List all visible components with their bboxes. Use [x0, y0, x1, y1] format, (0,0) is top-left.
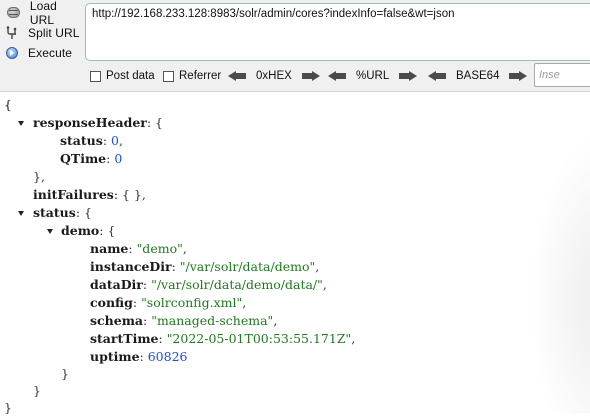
hackbar-toolbar: Load URL Split URL Execute http://192.16… — [0, 0, 590, 92]
execute-label: Execute — [28, 46, 73, 60]
collapse-triangle-icon[interactable] — [18, 211, 24, 216]
split-url-button[interactable]: Split URL — [4, 24, 84, 42]
json-value-qtime: 0 — [114, 151, 123, 166]
arrow-left-icon[interactable] — [228, 71, 246, 81]
json-value-name: "demo" — [136, 241, 183, 256]
json-value-schema: "managed-schema" — [151, 313, 274, 328]
json-key-initFailures: initFailures — [33, 187, 114, 202]
execute-button[interactable]: Execute — [4, 44, 84, 62]
arrow-left-icon[interactable] — [428, 71, 446, 81]
json-key-responseHeader: responseHeader — [33, 115, 147, 130]
json-key-dataDir: dataDir — [90, 277, 143, 292]
json-close-responseHeader: }, — [33, 169, 45, 184]
load-url-label: Load URL — [29, 0, 57, 27]
json-line-uptime: uptime: 60826 — [90, 349, 188, 364]
json-close-demo: } — [61, 366, 69, 381]
collapse-triangle-icon[interactable] — [18, 121, 24, 126]
json-line-responseHeader: responseHeader: { — [33, 115, 164, 130]
post-data-checkbox-box[interactable] — [90, 70, 101, 82]
json-key-startTime: startTime — [90, 331, 159, 346]
url-textarea[interactable]: http://192.168.233.128:8983/solr/admin/c… — [85, 3, 590, 61]
json-value-instanceDir: "/var/solr/data/demo" — [179, 259, 316, 274]
json-line-qtime: QTime: 0 — [60, 151, 123, 166]
json-key-demo: demo — [61, 223, 100, 238]
json-line-initFailures: initFailures: { }, — [33, 187, 146, 202]
load-url-icon — [6, 5, 22, 21]
json-key-config: config — [90, 295, 133, 310]
json-viewer: { responseHeader: { status: 0, QTime: 0 … — [0, 93, 590, 419]
insert-input[interactable]: Inse — [534, 63, 590, 87]
base64-encoder: BASE64 — [428, 69, 528, 83]
base64-label: BASE64 — [456, 70, 500, 82]
split-url-label: Split URL — [28, 26, 80, 40]
json-key-schema: schema — [90, 313, 144, 328]
arrow-left-icon[interactable] — [328, 71, 346, 81]
post-data-label: Post data — [106, 70, 155, 82]
load-url-button[interactable]: Load URL — [4, 0, 84, 27]
referrer-checkbox-box[interactable] — [163, 70, 174, 82]
json-key-instanceDir: instanceDir — [90, 259, 172, 274]
json-open-brace: { — [4, 97, 12, 112]
json-key-name: name — [90, 241, 129, 256]
collapse-triangle-icon[interactable] — [47, 229, 53, 234]
options-row: Post data Referrer 0xHEX %URL BASE64 — [90, 66, 590, 86]
split-url-icon — [4, 25, 20, 41]
json-key-uptime: uptime — [90, 349, 140, 364]
json-line-demo: demo: { — [61, 223, 116, 238]
json-line-dataDir: dataDir: "/var/solr/data/demo/data/", — [90, 277, 327, 292]
json-line-startTime: startTime: "2022-05-01T00:53:55.171Z", — [90, 331, 356, 346]
json-key-qtime: QTime — [60, 151, 107, 166]
json-line-schema: schema: "managed-schema", — [90, 313, 278, 328]
hex-encoder: 0xHEX — [228, 69, 320, 83]
json-value-uptime: 60826 — [147, 349, 188, 364]
json-key-status-object: status — [33, 205, 76, 220]
hex-label: 0xHEX — [256, 70, 292, 82]
referrer-label: Referrer — [179, 70, 222, 82]
arrow-right-icon[interactable] — [399, 71, 418, 81]
json-value-startTime: "2022-05-01T00:53:55.171Z" — [166, 331, 352, 346]
json-close-root: } — [4, 400, 12, 415]
arrow-right-icon[interactable] — [301, 71, 320, 81]
json-line-status: status: 0, — [60, 133, 123, 148]
json-close-status: } — [33, 383, 41, 398]
json-value-status: 0 — [111, 133, 119, 148]
arrow-right-icon[interactable] — [509, 71, 528, 81]
json-value-dataDir: "/var/solr/data/demo/data/" — [151, 277, 323, 292]
json-value-initFailures: { } — [122, 187, 142, 202]
referrer-checkbox[interactable]: Referrer — [163, 69, 221, 83]
json-line-status-object: status: { — [33, 205, 92, 220]
json-line-config: config: "solrconfig.xml", — [90, 295, 247, 310]
post-data-checkbox[interactable]: Post data — [90, 69, 155, 83]
json-key-status: status — [60, 133, 103, 148]
url-encoder: %URL — [328, 69, 418, 83]
url-encode-label: %URL — [356, 70, 390, 82]
json-value-config: "solrconfig.xml" — [141, 295, 243, 310]
execute-icon — [4, 45, 20, 61]
json-line-instanceDir: instanceDir: "/var/solr/data/demo", — [90, 259, 320, 274]
json-line-name: name: "demo", — [90, 241, 187, 256]
